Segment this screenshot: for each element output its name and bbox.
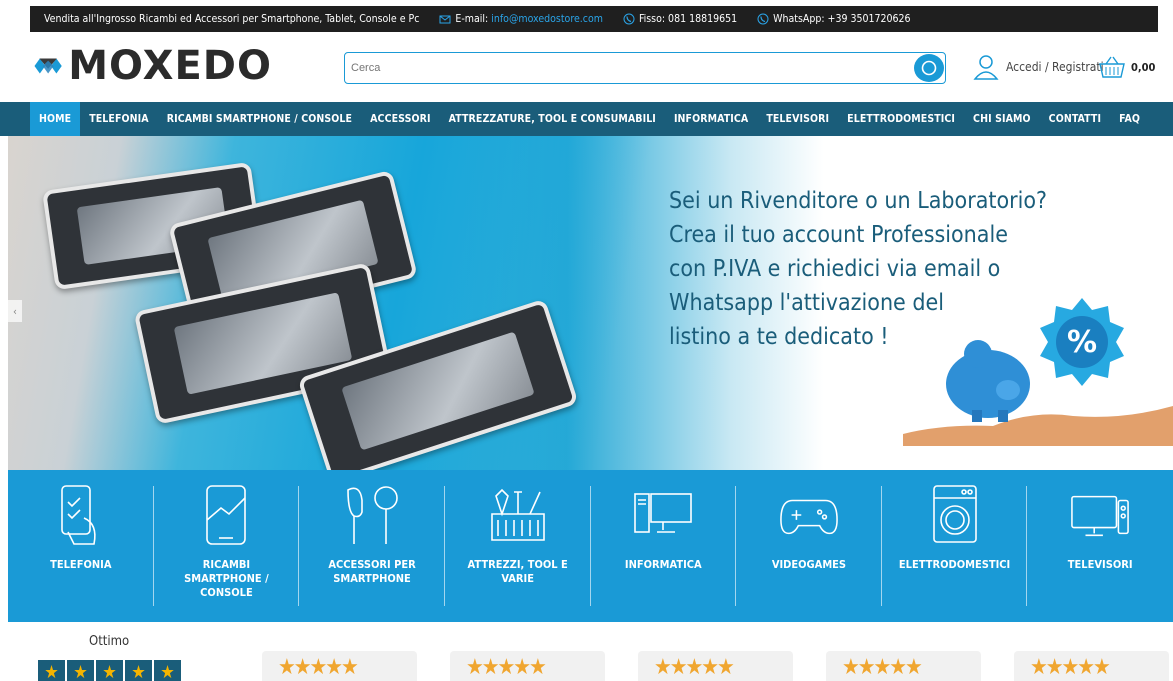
logo-text: MOXEDO	[68, 43, 272, 89]
search-bar	[344, 52, 946, 84]
whatsapp-label: WhatsApp: +39 3501720626	[773, 13, 911, 25]
topbar: Vendita all'Ingrosso Ricambi ed Accessor…	[0, 0, 1173, 32]
category-label: RICAMBI SMARTPHONE / CONSOLE	[184, 558, 269, 599]
review-card[interactable]: ★★★★★	[262, 651, 417, 681]
piggy-bank-icon	[946, 340, 1030, 422]
nav-item-telefonia[interactable]: TELEFONIA	[80, 102, 158, 136]
star-icon: ★	[67, 660, 94, 681]
nav-item-faq[interactable]: FAQ	[1110, 102, 1149, 136]
review-card[interactable]: ★★★★★	[638, 651, 793, 681]
cart-total: 0,00	[1131, 60, 1156, 74]
hero-headline: Sei un Rivenditore o un Laboratorio? Cre…	[669, 184, 1047, 354]
hero-line: Sei un Rivenditore o un Laboratorio?	[669, 188, 1048, 214]
whatsapp-icon	[757, 13, 769, 25]
star-icon: ★	[125, 660, 152, 681]
category-label: ELETTRODOMESTICI	[898, 558, 1011, 571]
badge-percent: %	[1067, 325, 1097, 360]
category-telefonia[interactable]: TELEFONIA	[8, 470, 154, 622]
site-header: MOXEDO Accedi / Registrati 0,00	[0, 32, 1173, 102]
topbar-phone[interactable]: Fisso: 081 18819651	[623, 13, 737, 25]
cart-button[interactable]: 0,00	[1098, 52, 1155, 82]
gamepad-icon	[780, 499, 838, 535]
topbar-tagline: Vendita all'Ingrosso Ricambi ed Accessor…	[44, 13, 420, 25]
rating-title: Ottimo	[89, 634, 130, 649]
category-informatica[interactable]: INFORMATICA	[591, 470, 737, 622]
category-label: VIDEOGAMES	[771, 558, 847, 571]
desktop-computer-icon	[634, 493, 693, 533]
hero-slider: ‹ Sei un Rivenditore o un Laboratorio? C…	[8, 136, 1173, 470]
star-icon: ★	[96, 660, 123, 681]
review-stars: ★★★★★	[466, 655, 547, 680]
main-nav: HOME TELEFONIA RICAMBI SMARTPHONE / CONS…	[0, 102, 1173, 136]
hero-line: Crea il tuo account Professionale	[669, 222, 1008, 248]
category-label: INFORMATICA	[624, 558, 702, 571]
review-card[interactable]: ★★★★★	[450, 651, 605, 681]
review-stars: ★★★★★	[1030, 655, 1111, 680]
star-icon: ★	[38, 660, 65, 681]
review-stars: ★★★★★	[842, 655, 923, 680]
topbar-whatsapp[interactable]: WhatsApp: +39 3501720626	[757, 13, 911, 25]
review-stars: ★★★★★	[278, 655, 359, 680]
hero-line: con P.IVA e richiedici via email o	[669, 256, 1001, 282]
topbar-email[interactable]: E-mail: info@moxedostore.com	[439, 13, 603, 25]
review-card[interactable]: ★★★★★	[826, 651, 981, 681]
basket-icon	[1099, 56, 1125, 78]
nav-item-televisori[interactable]: TELEVISORI	[757, 102, 838, 136]
category-elettrodomestici[interactable]: ELETTRODOMESTICI	[882, 470, 1028, 622]
category-label: ACCESSORI PER SMARTPHONE	[328, 558, 416, 585]
hero-line: Whatsapp l'attivazione del	[669, 290, 944, 316]
category-accessori[interactable]: ACCESSORI PER SMARTPHONE	[299, 470, 445, 622]
television-icon	[1071, 495, 1130, 537]
category-ricambi[interactable]: RICAMBI SMARTPHONE / CONSOLE	[154, 470, 300, 622]
review-card[interactable]: ★★★★★	[1014, 651, 1169, 681]
nav-list: HOME TELEFONIA RICAMBI SMARTPHONE / CONS…	[30, 102, 1149, 136]
logo-mark-icon	[34, 58, 62, 74]
category-label: TELEVISORI	[1067, 558, 1133, 571]
category-videogames[interactable]: VIDEOGAMES	[736, 470, 882, 622]
envelope-icon	[439, 15, 451, 24]
nav-item-accessori[interactable]: ACCESSORI	[361, 102, 439, 136]
category-label: ATTREZZI, TOOL E VARIE	[467, 558, 568, 585]
category-strip: TELEFONIA RICAMBI SMARTPHONE / CONSOLE A…	[8, 470, 1173, 622]
search-button[interactable]	[914, 54, 944, 82]
search-icon	[921, 60, 937, 76]
user-icon	[973, 55, 999, 80]
category-attrezzi[interactable]: ATTREZZI, TOOL E VARIE	[445, 470, 591, 622]
reviews-section: Ottimo ★ ★ ★ ★ ★ ★★★★★ ★★★★★ ★★★★★ ★★★★★…	[0, 622, 1173, 681]
review-stars: ★★★★★	[654, 655, 735, 680]
email-link[interactable]: info@moxedostore.com	[491, 13, 603, 25]
phone-hand-icon	[61, 485, 96, 545]
phone-icon	[623, 13, 635, 25]
nav-item-home[interactable]: HOME	[30, 102, 81, 136]
nav-item-informatica[interactable]: INFORMATICA	[665, 102, 757, 136]
phone-label: Fisso: 081 18819651	[638, 13, 738, 25]
nav-item-chi-siamo[interactable]: CHI SIAMO	[964, 102, 1040, 136]
slider-prev-button[interactable]: ‹	[8, 300, 22, 322]
account-link[interactable]: Accedi / Registrati	[972, 52, 1104, 82]
washing-machine-icon	[932, 485, 977, 543]
discount-badge-icon: %	[1040, 298, 1124, 386]
topbar-strip: Vendita all'Ingrosso Ricambi ed Accessor…	[30, 6, 1158, 32]
email-label: E-mail:	[455, 13, 489, 25]
account-label: Accedi / Registrati	[1006, 60, 1104, 74]
nav-item-contatti[interactable]: CONTATTI	[1040, 102, 1110, 136]
broken-phone-icon	[206, 485, 247, 545]
category-label: TELEFONIA	[50, 558, 112, 571]
nav-item-attrezzature[interactable]: ATTREZZATURE, TOOL E CONSUMABILI	[440, 102, 665, 136]
rating-stars: ★ ★ ★ ★ ★	[38, 660, 183, 681]
toolbox-icon	[490, 488, 545, 541]
nav-item-elettrodomestici[interactable]: ELETTRODOMESTICI	[838, 102, 964, 136]
site-logo[interactable]: MOXEDO	[32, 40, 272, 92]
nav-item-ricambi[interactable]: RICAMBI SMARTPHONE / CONSOLE	[158, 102, 361, 136]
category-televisori[interactable]: TELEVISORI	[1027, 470, 1173, 622]
search-input[interactable]	[345, 62, 905, 74]
star-icon: ★	[154, 660, 181, 681]
earphones-icon	[347, 486, 398, 544]
